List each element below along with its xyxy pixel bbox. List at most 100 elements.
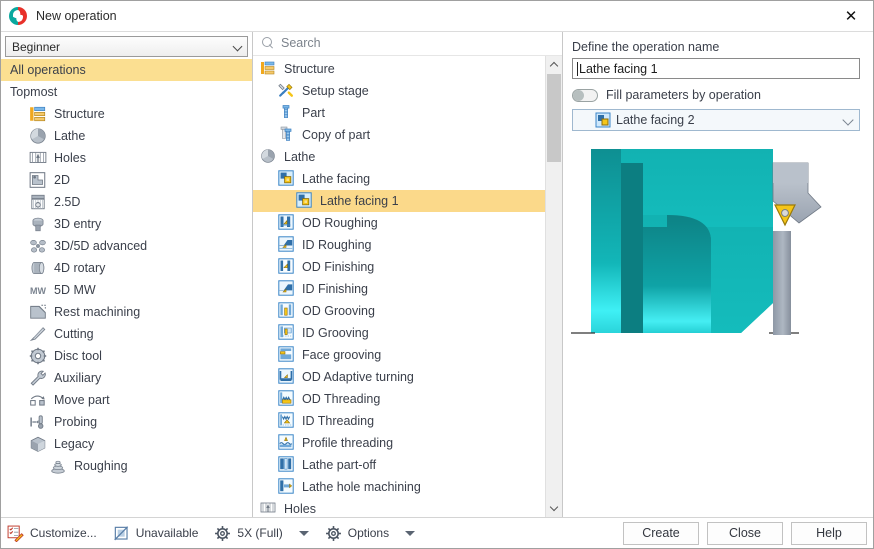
scrollbar-thumb[interactable]	[547, 74, 561, 162]
sidebar-item-legacy[interactable]: Legacy	[1, 433, 252, 455]
sidebar-item-2-5d[interactable]: 2.5D	[1, 191, 252, 213]
tree-item-od-adaptive-turning[interactable]: OD Adaptive turning	[253, 366, 562, 388]
tree-item-label: ID Threading	[302, 413, 375, 428]
toolbar-unavailable-button[interactable]: Unavailable	[113, 525, 198, 542]
bottom-toolbar: Customize... Unavailable 5X (Full) Options …	[1, 517, 873, 548]
sidebar-item-roughing[interactable]: Roughing	[1, 455, 252, 477]
operation-name-input[interactable]: Lathe facing 1	[572, 58, 860, 79]
lathe-icon	[260, 148, 277, 165]
tree-item-face-grooving[interactable]: Face grooving	[253, 344, 562, 366]
operation-name-label: Define the operation name	[572, 40, 720, 54]
tree-item-label: Lathe facing	[302, 171, 371, 186]
sidebar-item-label: 4D rotary	[54, 261, 106, 275]
tree-item-label: Copy of part	[302, 127, 371, 142]
tree-item-label: Lathe	[284, 149, 316, 164]
text-caret	[577, 61, 578, 76]
operation-settings-panel: Define the operation name Lathe facing 1…	[563, 32, 873, 517]
close-icon[interactable]: ✕	[829, 1, 873, 31]
tree-item-label: OD Adaptive turning	[302, 369, 414, 384]
tree-item-id-grooving[interactable]: ID Grooving	[253, 322, 562, 344]
face-grooving-icon	[278, 346, 295, 363]
tree-item-lathe-hole-machining[interactable]: Lathe hole machining	[253, 476, 562, 498]
operation-name-section: Define the operation name Lathe facing 1…	[563, 32, 873, 131]
sidebar-item-label: Cutting	[54, 327, 94, 341]
od-threading-icon	[278, 390, 295, 407]
toolbar-options-button[interactable]: Options	[325, 525, 389, 542]
gear-icon	[214, 525, 231, 542]
source-operation-combo[interactable]: Lathe facing 2	[572, 109, 860, 131]
sidebar-item-label: Disc tool	[54, 349, 102, 363]
tree-item-id-finishing[interactable]: ID Finishing	[253, 278, 562, 300]
tree-item-id-roughing[interactable]: ID Roughing	[253, 234, 562, 256]
tree-item-od-roughing[interactable]: OD Roughing	[253, 212, 562, 234]
sidebar-item-label: Probing	[54, 415, 98, 429]
operations-tree[interactable]: Structure Setup stage Part Copy of part Lath…	[253, 56, 562, 517]
sidebar-item-label: Rest machining	[54, 305, 141, 319]
od-roughing-icon	[278, 214, 295, 231]
sidebar-item-all-operations[interactable]: All operations	[1, 59, 252, 81]
skill-level-combo[interactable]: Beginner	[5, 36, 248, 57]
sidebar-item-3d-5d-advanced[interactable]: 3D/5D advanced	[1, 235, 252, 257]
dialog-body: Beginner All operations Topmost Structure L…	[1, 32, 873, 517]
sidebar-item-3d-entry[interactable]: 3D entry	[1, 213, 252, 235]
tree-item-lathe[interactable]: Lathe	[253, 146, 562, 168]
chevron-down-icon	[842, 114, 854, 126]
fill-parameters-toggle[interactable]	[572, 88, 598, 102]
lathe-facing-preview	[563, 131, 873, 517]
twofived-icon	[29, 193, 47, 211]
sidebar-item-label: Roughing	[74, 459, 128, 473]
tree-item-copy-of-part[interactable]: Copy of part	[253, 124, 562, 146]
tree-item-lathe-part-off[interactable]: Lathe part-off	[253, 454, 562, 476]
dropdown-caret-icon[interactable]	[298, 530, 309, 536]
sidebar-item-4d-rotary[interactable]: 4D rotary	[1, 257, 252, 279]
part-icon	[278, 104, 295, 121]
wrench-icon	[29, 369, 47, 387]
toolbar-5x-full-button[interactable]: 5X (Full)	[214, 525, 283, 542]
structure-icon	[29, 105, 47, 123]
sidebar-item-2d[interactable]: 2D	[1, 169, 252, 191]
sidebar-item-label: All operations	[10, 63, 86, 77]
sidebar-item-move-part[interactable]: Move part	[1, 389, 252, 411]
search-icon	[262, 37, 274, 49]
sidebar-item-label: 5D MW	[54, 283, 96, 297]
dropdown-caret-icon[interactable]	[405, 530, 416, 536]
sidebar-item-rest-machining[interactable]: Rest machining	[1, 301, 252, 323]
tree-item-id-threading[interactable]: ID Threading	[253, 410, 562, 432]
tree-item-lathe-facing[interactable]: Lathe facing	[253, 168, 562, 190]
tree-item-structure[interactable]: Structure	[253, 58, 562, 80]
tree-item-profile-threading[interactable]: Profile threading	[253, 432, 562, 454]
tree-item-part[interactable]: Part	[253, 102, 562, 124]
help-button[interactable]: Help	[791, 521, 867, 545]
search-row[interactable]: Search	[253, 32, 562, 56]
sidebar-item-lathe[interactable]: Lathe	[1, 125, 252, 147]
fill-parameters-row[interactable]: Fill parameters by operation	[572, 88, 860, 102]
sidebar-item-5d-mw[interactable]: MW 5D MW	[1, 279, 252, 301]
tree-item-setup-stage[interactable]: Setup stage	[253, 80, 562, 102]
sidebar-item-auxiliary[interactable]: Auxiliary	[1, 367, 252, 389]
gear-icon	[325, 525, 342, 542]
tree-scrollbar[interactable]	[545, 56, 562, 517]
close-button[interactable]: Close	[707, 521, 783, 545]
sidebar-item-holes[interactable]: Holes	[1, 147, 252, 169]
scroll-down-icon[interactable]	[546, 500, 562, 517]
tree-item-lathe-facing-1[interactable]: Lathe facing 1	[253, 189, 562, 212]
legacy-icon	[29, 435, 47, 453]
search-input[interactable]: Search	[281, 36, 321, 50]
tree-item-od-threading[interactable]: OD Threading	[253, 388, 562, 410]
sidebar-item-probing[interactable]: Probing	[1, 411, 252, 433]
tree-item-od-grooving[interactable]: OD Grooving	[253, 300, 562, 322]
sidebar-item-label: 2D	[54, 173, 70, 187]
sidebar-item-label: Legacy	[54, 437, 95, 451]
tree-item-holes[interactable]: Holes	[253, 498, 562, 517]
sidebar-item-disc-tool[interactable]: Disc tool	[1, 345, 252, 367]
fourd-rotary-icon	[29, 259, 47, 277]
categories-panel: Beginner All operations Topmost Structure L…	[1, 32, 253, 517]
toolbar-customize-button[interactable]: Customize...	[7, 525, 97, 542]
category-list[interactable]: All operations Topmost Structure Lathe Holes…	[1, 58, 252, 517]
sidebar-item-structure[interactable]: Structure	[1, 103, 252, 125]
tree-item-od-finishing[interactable]: OD Finishing	[253, 256, 562, 278]
sidebar-item-topmost[interactable]: Topmost	[1, 81, 252, 103]
sidebar-item-cutting[interactable]: Cutting	[1, 323, 252, 345]
create-button[interactable]: Create	[623, 521, 699, 545]
scroll-up-icon[interactable]	[546, 56, 562, 73]
